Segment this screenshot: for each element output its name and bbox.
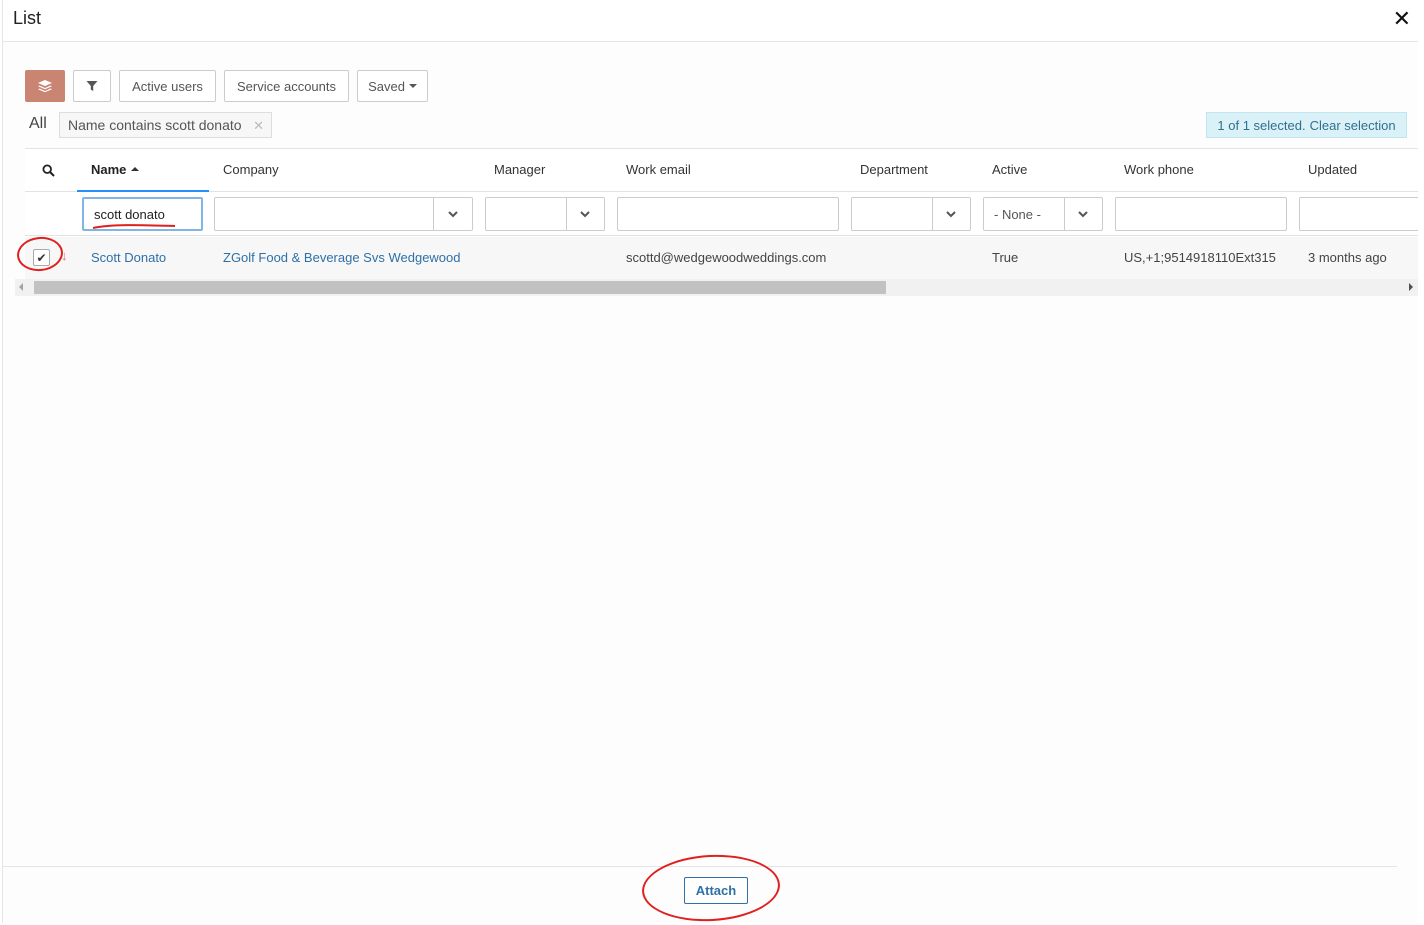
list-dialog: List ✕ Active users Service accounts Sav…: [2, 0, 1419, 925]
filter-button[interactable]: [73, 70, 111, 102]
column-filter-row: - None -: [25, 192, 1419, 236]
filter-condition-chip[interactable]: Name contains scott donato ✕: [59, 112, 272, 138]
column-header-manager[interactable]: Manager: [494, 162, 545, 177]
table-header-row: Name Company Manager Work email Departme…: [25, 148, 1419, 193]
saved-dropdown[interactable]: Saved: [357, 70, 428, 102]
work-email-filter-input[interactable]: [617, 197, 839, 231]
column-header-updated[interactable]: Updated: [1308, 162, 1357, 177]
breadcrumb-all[interactable]: All: [29, 115, 47, 133]
selection-status-text: 1 of 1 selected.: [1217, 117, 1306, 133]
cell-work-phone: US,+1;9514918110Ext315: [1124, 250, 1276, 265]
scroll-right-icon[interactable]: [1409, 283, 1413, 291]
attach-button[interactable]: Attach: [684, 877, 748, 904]
column-header-company[interactable]: Company: [223, 162, 279, 177]
row-arrow-icon: ↓: [61, 248, 68, 263]
cell-name[interactable]: Scott Donato: [91, 250, 166, 265]
window-edge: [1418, 0, 1424, 923]
column-header-work-email[interactable]: Work email: [626, 162, 691, 177]
cell-updated: 3 months ago: [1308, 250, 1387, 265]
cell-work-email: scottd@wedgewoodweddings.com: [626, 250, 827, 265]
active-filter-select[interactable]: - None -: [983, 197, 1103, 231]
dialog-header: List ✕: [3, 0, 1419, 42]
saved-label: Saved: [368, 78, 405, 94]
company-filter-select[interactable]: [214, 197, 473, 231]
sort-ascending-icon: [131, 167, 140, 171]
scroll-left-icon[interactable]: [19, 283, 23, 291]
column-header-name[interactable]: Name: [91, 162, 140, 177]
column-header-department[interactable]: Department: [860, 162, 928, 177]
clear-selection-link[interactable]: Clear selection: [1310, 118, 1396, 133]
search-icon[interactable]: [42, 164, 55, 177]
service-accounts-button[interactable]: Service accounts: [224, 70, 349, 102]
selection-status-badge: 1 of 1 selected. Clear selection: [1206, 112, 1407, 138]
cell-active: True: [992, 250, 1019, 265]
scrollbar-thumb[interactable]: [34, 281, 886, 294]
chevron-down-icon: [448, 211, 458, 218]
active-filter-value: - None -: [994, 206, 1041, 222]
column-header-name-label: Name: [91, 162, 127, 177]
chevron-down-icon: [946, 211, 956, 218]
remove-filter-icon[interactable]: ✕: [253, 118, 264, 134]
dialog-title: List: [13, 8, 42, 28]
chevron-down-icon: [1078, 211, 1088, 218]
row-select-checkbox[interactable]: ✔: [33, 249, 50, 266]
cell-company[interactable]: ZGolf Food & Beverage Svs Wedgewood: [223, 250, 461, 265]
column-header-active[interactable]: Active: [992, 162, 1027, 177]
updated-filter-input[interactable]: [1299, 197, 1419, 231]
horizontal-scrollbar[interactable]: [15, 279, 1419, 296]
department-filter-select[interactable]: [851, 197, 971, 231]
active-users-button[interactable]: Active users: [119, 70, 216, 102]
dialog-footer-divider: [3, 866, 1397, 867]
work-phone-filter-input[interactable]: [1115, 197, 1287, 231]
table-row[interactable]: ✔ ↓ Scott Donato ZGolf Food & Beverage S…: [15, 234, 1419, 279]
manager-filter-select[interactable]: [485, 197, 605, 231]
layers-icon: [38, 80, 52, 93]
chevron-down-icon: [580, 211, 590, 218]
layers-button[interactable]: [25, 70, 65, 102]
name-filter-input[interactable]: [82, 197, 203, 231]
filter-condition-label: Name contains scott donato: [68, 117, 242, 133]
caret-down-icon: [408, 84, 417, 88]
funnel-icon: [86, 81, 98, 91]
close-icon[interactable]: ✕: [1393, 6, 1411, 32]
column-header-work-phone[interactable]: Work phone: [1124, 162, 1194, 177]
